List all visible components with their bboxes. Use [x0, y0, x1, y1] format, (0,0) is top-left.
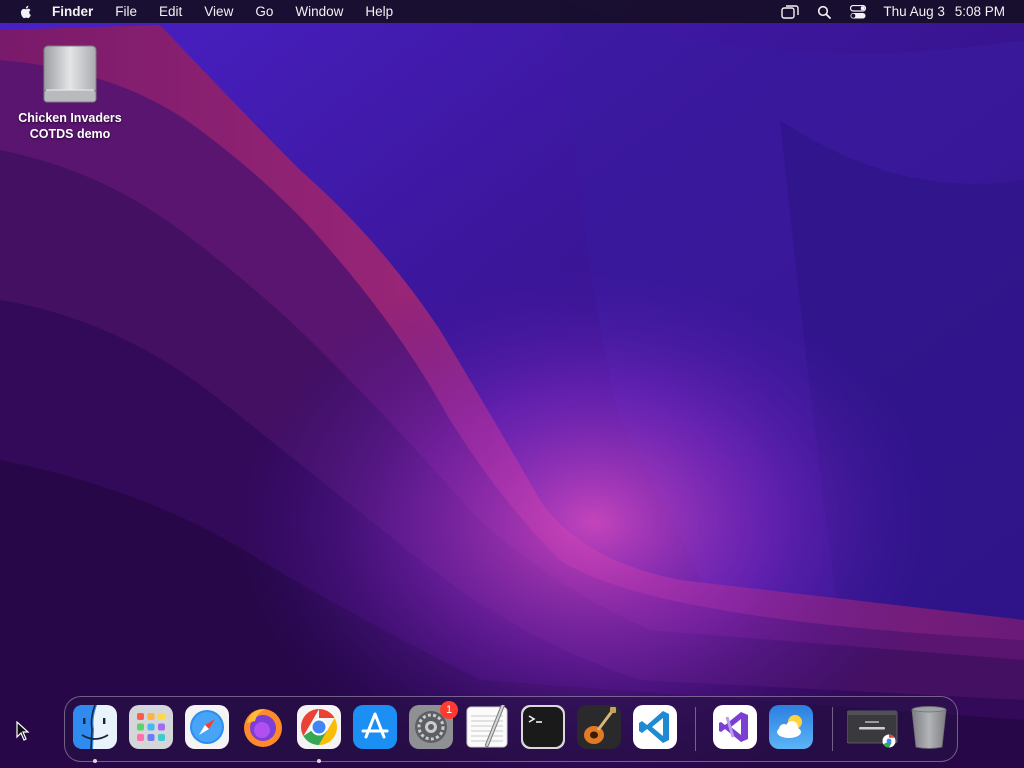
screen-mirroring-icon[interactable] — [781, 4, 800, 20]
menu-app-name[interactable]: Finder — [52, 4, 93, 19]
dock-app-launchpad[interactable] — [129, 705, 173, 749]
visual-studio-icon — [713, 705, 757, 749]
menu-window[interactable]: Window — [295, 4, 343, 19]
dock-app-firefox[interactable] — [241, 705, 285, 749]
chrome-icon — [297, 705, 341, 749]
clock-time: 5:08 PM — [954, 4, 1005, 19]
dock-app-vscode[interactable] — [633, 705, 677, 749]
dock-app-app-store[interactable] — [353, 705, 397, 749]
menu-file[interactable]: File — [115, 4, 137, 19]
firefox-icon — [244, 709, 282, 747]
weather-icon — [769, 705, 813, 749]
menu-bar-clock[interactable]: Thu Aug 3 5:08 PM — [883, 4, 1005, 19]
terminal-icon — [521, 705, 565, 749]
chrome-window-thumbnail-icon — [847, 710, 898, 748]
dock-app-terminal[interactable] — [521, 705, 565, 749]
garageband-icon — [577, 705, 621, 749]
menu-help[interactable]: Help — [365, 4, 393, 19]
dock-app-safari[interactable] — [185, 705, 229, 749]
app-store-icon — [353, 705, 397, 749]
disk-label-line2: COTDS demo — [29, 127, 111, 141]
external-disk-icon — [43, 45, 97, 103]
menu-view[interactable]: View — [204, 4, 233, 19]
dock-minimized-window-chrome[interactable] — [847, 705, 899, 749]
dock-app-garageband[interactable] — [577, 705, 621, 749]
menu-go[interactable]: Go — [255, 4, 273, 19]
dock-app-system-settings[interactable]: 1 — [409, 701, 458, 749]
dock: 1 — [64, 696, 958, 763]
apple-logo-icon[interactable] — [18, 4, 34, 20]
menu-bar: Finder File Edit View Go Window Help Thu… — [0, 0, 1024, 23]
spotlight-search-icon[interactable] — [815, 4, 833, 20]
running-indicator — [317, 759, 321, 763]
vscode-icon — [633, 705, 677, 749]
dock-app-chrome[interactable] — [297, 705, 341, 763]
desktop-disk-item[interactable]: Chicken Invaders COTDS demo — [10, 44, 130, 142]
textedit-icon — [466, 705, 508, 748]
dock-app-trash[interactable] — [907, 705, 951, 749]
dock-separator — [832, 707, 833, 751]
notification-badge: 1 — [440, 701, 458, 719]
desktop-wallpaper — [0, 0, 1024, 768]
launchpad-icon — [129, 705, 173, 749]
dock-app-visual-studio[interactable] — [713, 705, 757, 749]
safari-icon — [185, 705, 229, 749]
trash-icon — [911, 706, 947, 749]
dock-app-finder[interactable] — [73, 705, 117, 763]
menu-edit[interactable]: Edit — [159, 4, 182, 19]
finder-icon — [73, 705, 117, 749]
dock-app-weather[interactable] — [769, 705, 813, 749]
disk-label-line1: Chicken Invaders — [18, 111, 122, 125]
dock-separator — [695, 707, 696, 751]
clock-date: Thu Aug 3 — [883, 4, 945, 19]
running-indicator — [93, 759, 97, 763]
dock-app-textedit[interactable] — [465, 705, 509, 749]
mouse-pointer-icon — [16, 721, 30, 741]
control-center-icon[interactable] — [849, 4, 867, 20]
